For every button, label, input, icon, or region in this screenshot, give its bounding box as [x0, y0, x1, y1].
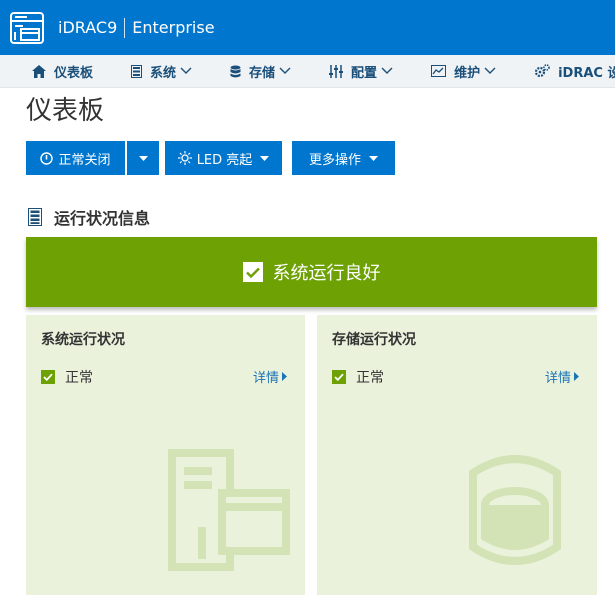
- disk-watermark-icon: [469, 455, 561, 565]
- chevron-down-icon: [484, 67, 496, 75]
- home-icon: [32, 64, 46, 78]
- chevron-down-icon: [381, 67, 393, 75]
- more-actions-label: 更多操作: [308, 152, 361, 168]
- brand: iDRAC9 Enterprise: [58, 17, 215, 38]
- details-link-label: 详情: [252, 371, 279, 386]
- database-icon: [230, 65, 241, 78]
- server-watermark-icon: [168, 449, 290, 571]
- power-off-button[interactable]: 正常关闭: [26, 141, 125, 175]
- nav-item-dashboard[interactable]: 仪表板: [32, 62, 93, 81]
- nav-item-storage[interactable]: 存储: [230, 62, 291, 81]
- caret-down-icon: [369, 155, 378, 161]
- details-link-label: 详情: [544, 371, 571, 386]
- led-label: LED 亮起: [196, 152, 253, 168]
- product-name: iDRAC9: [58, 18, 118, 37]
- action-toolbar: 正常关闭 LED 亮起 更多操作: [26, 141, 395, 175]
- server-icon: [8, 9, 46, 47]
- card-status: 正常: [41, 367, 93, 387]
- more-actions-button[interactable]: 更多操作: [292, 141, 395, 175]
- chart-icon: [431, 65, 447, 77]
- server-rack-icon: [28, 208, 42, 226]
- caret-right-icon: [574, 372, 579, 381]
- page-title: 仪表板: [26, 96, 105, 126]
- details-link[interactable]: 详情: [545, 367, 579, 386]
- server-list-icon: [131, 64, 143, 78]
- caret-right-icon: [282, 372, 287, 381]
- power-icon: [40, 151, 54, 165]
- check-icon: [242, 262, 263, 282]
- check-icon: [41, 370, 55, 384]
- caret-down-icon: [260, 155, 270, 161]
- nav-label: iDRAC 设: [558, 65, 615, 81]
- card-title: 存储运行状况: [332, 332, 416, 348]
- system-health-card: 系统运行状况 正常 详情: [26, 315, 305, 595]
- status-text: 正常: [65, 370, 93, 386]
- nav-label: 维护: [454, 65, 481, 81]
- storage-health-card: 存储运行状况 正常 详情: [317, 315, 597, 595]
- gears-icon: [534, 64, 550, 78]
- top-header: iDRAC9 Enterprise: [0, 0, 615, 55]
- main-nav: 仪表板 系统 存储 配置 维护 iDRAC 设: [0, 55, 615, 88]
- nav-label: 存储: [249, 65, 276, 81]
- power-options-dropdown-button[interactable]: [127, 141, 159, 175]
- product-edition: Enterprise: [132, 18, 215, 37]
- nav-item-idrac-settings[interactable]: iDRAC 设: [534, 62, 615, 81]
- health-section-header: 运行状况信息: [28, 205, 150, 229]
- chevron-down-icon: [279, 67, 291, 75]
- chevron-down-icon: [180, 67, 192, 75]
- caret-down-icon: [138, 155, 148, 161]
- card-title: 系统运行状况: [41, 332, 125, 348]
- nav-item-system[interactable]: 系统: [131, 62, 192, 81]
- power-off-label: 正常关闭: [58, 152, 111, 168]
- health-section-title: 运行状况信息: [54, 209, 151, 228]
- nav-label: 仪表板: [54, 65, 94, 81]
- nav-label: 系统: [150, 65, 177, 81]
- led-identify-button[interactable]: LED 亮起: [165, 141, 282, 175]
- nav-item-maintenance[interactable]: 维护: [431, 62, 496, 81]
- sun-icon: [177, 151, 192, 165]
- nav-label: 配置: [351, 65, 378, 81]
- details-link[interactable]: 详情: [253, 367, 287, 386]
- nav-item-configuration[interactable]: 配置: [329, 62, 393, 81]
- overall-health-text: 系统运行良好: [272, 263, 381, 284]
- status-text: 正常: [356, 370, 384, 386]
- card-status: 正常: [332, 367, 384, 387]
- overall-health-banner: 系统运行良好: [26, 237, 597, 307]
- sliders-icon: [329, 64, 344, 78]
- brand-divider: [124, 17, 126, 38]
- check-icon: [332, 370, 346, 384]
